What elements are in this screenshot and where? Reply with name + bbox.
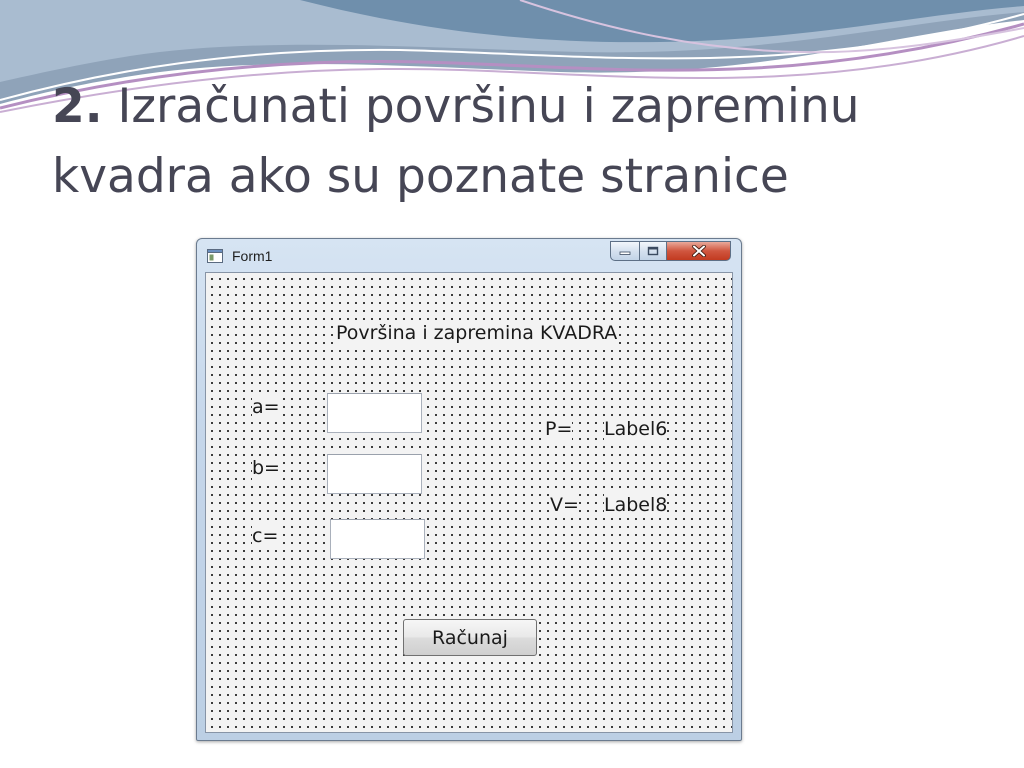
close-button[interactable] [666,241,731,261]
form-client-area: Površina i zapremina KVADRA a= b= c= P= … [205,272,733,733]
app-icon [207,249,223,263]
window-title: Form1 [232,248,273,264]
maximize-button[interactable] [639,241,667,261]
slide-title: 2. Izračunati površinu i zapreminu kvadr… [52,72,992,212]
slide: 2. Izračunati površinu i zapreminu kvadr… [0,0,1024,768]
maximize-icon [647,246,659,256]
slide-title-text: Izračunati površinu i zapreminu kvadra a… [52,79,860,204]
label-v: V= [550,493,579,517]
minimize-icon [619,251,631,255]
input-b[interactable] [327,454,422,494]
close-icon [691,245,706,257]
title-bar[interactable]: Form1 [197,239,741,272]
label-b: b= [252,456,280,480]
calculate-button[interactable]: Računaj [403,619,537,656]
result-p-label: Label6 [604,417,668,441]
result-v-label: Label8 [604,493,668,517]
label-a: a= [252,395,280,419]
input-a[interactable] [327,393,422,433]
slide-title-number: 2. [52,79,103,134]
form-heading: Površina i zapremina KVADRA [336,321,618,345]
label-c: c= [252,524,279,548]
label-p: P= [545,417,573,441]
minimize-button[interactable] [610,241,640,261]
form-window: Form1 Površina i zapremina KVADRA a= b= … [196,238,742,741]
input-c[interactable] [330,519,425,559]
